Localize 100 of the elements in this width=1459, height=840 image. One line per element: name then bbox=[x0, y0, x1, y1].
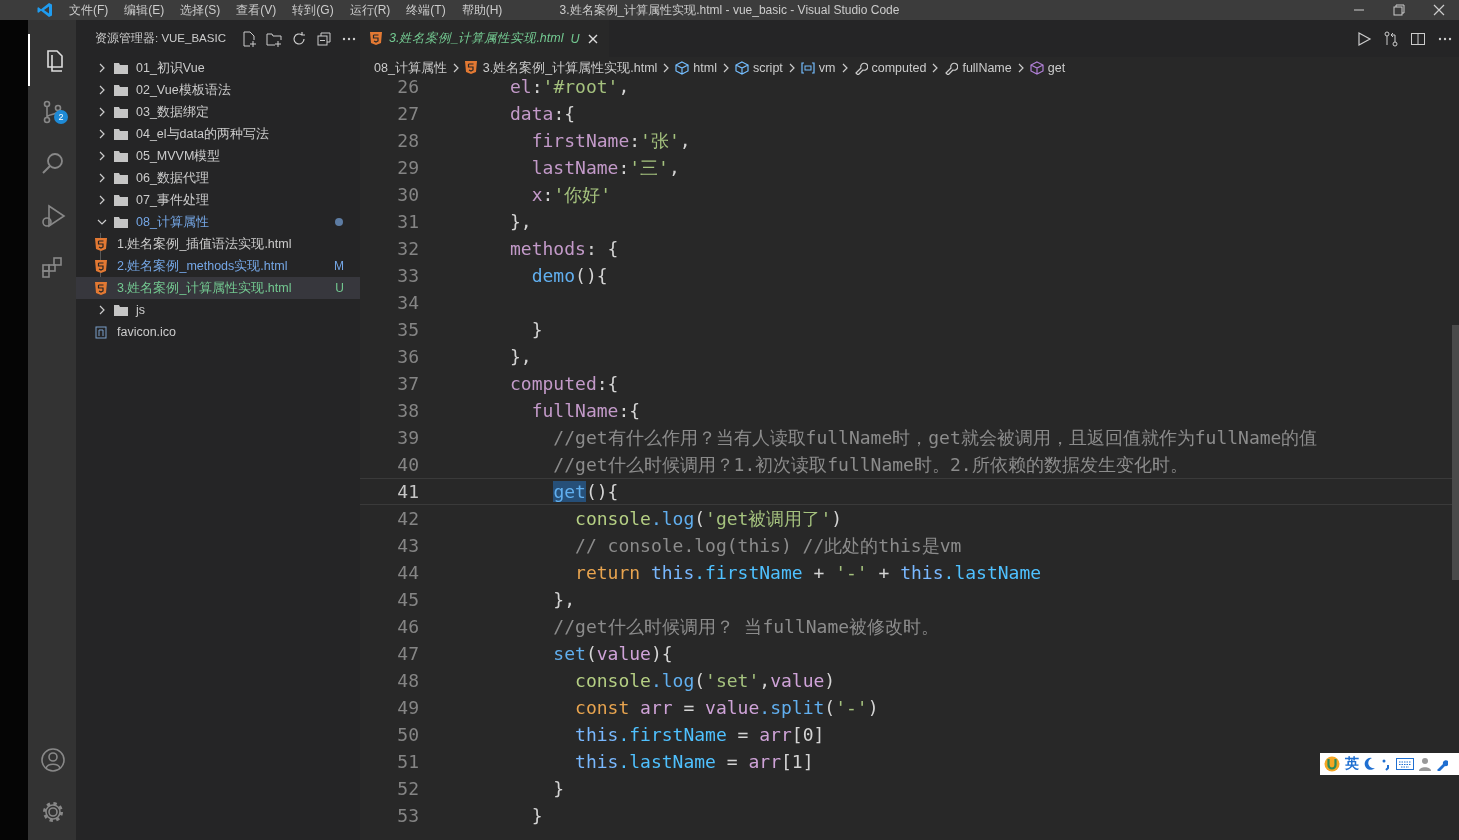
line-number: 38 bbox=[396, 399, 420, 423]
explorer-title: 资源管理器: VUE_BASIC bbox=[95, 31, 226, 46]
folder-icon bbox=[114, 194, 128, 206]
code-line: }, bbox=[552, 588, 576, 612]
cube-icon bbox=[1029, 61, 1044, 75]
menu-item[interactable]: 文件(F) bbox=[61, 1, 117, 19]
folder-row[interactable]: 08_计算属性 bbox=[76, 211, 360, 233]
menu-item[interactable]: 终端(T) bbox=[398, 1, 454, 19]
line-number: 40 bbox=[396, 453, 420, 477]
file-row[interactable]: 1.姓名案例_插值语法实现.html bbox=[76, 233, 360, 255]
folder-row[interactable]: 02_Vue模板语法 bbox=[76, 79, 360, 101]
keyboard-icon[interactable] bbox=[1396, 758, 1414, 770]
code-line: const arr = value.split('-') bbox=[574, 696, 879, 720]
line-number: 28 bbox=[396, 129, 420, 153]
refresh-icon[interactable] bbox=[290, 30, 307, 47]
code-line: set(value){ bbox=[552, 642, 673, 666]
breadcrumb-item[interactable]: computed bbox=[871, 61, 927, 75]
file-row[interactable]: 3.姓名案例_计算属性实现.html U bbox=[76, 277, 360, 299]
close-icon[interactable] bbox=[586, 32, 599, 45]
file-name: favicon.ico bbox=[117, 325, 177, 339]
code-line: } bbox=[552, 777, 565, 801]
new-file-icon[interactable] bbox=[240, 30, 257, 47]
menu-item[interactable]: 选择(S) bbox=[172, 1, 229, 19]
html-file-icon bbox=[95, 237, 107, 251]
folder-icon bbox=[114, 84, 128, 96]
folder-name: 06_数据代理 bbox=[136, 169, 209, 187]
run-icon[interactable] bbox=[1356, 30, 1372, 47]
folder-icon bbox=[114, 216, 128, 228]
folder-row[interactable]: 01_初识Vue bbox=[76, 57, 360, 79]
folder-row[interactable]: 07_事件处理 bbox=[76, 189, 360, 211]
line-number: 51 bbox=[396, 750, 420, 774]
folder-name: 01_初识Vue bbox=[136, 59, 205, 77]
breadcrumb-item[interactable]: 08_计算属性 bbox=[374, 59, 447, 77]
code-line: //get什么时候调用？1.初次读取fullName时。2.所依赖的数据发生变化时。 bbox=[552, 453, 1188, 477]
wrench-icon[interactable] bbox=[1436, 757, 1448, 771]
image-file-icon bbox=[95, 325, 107, 339]
account-icon[interactable] bbox=[40, 747, 66, 773]
split-editor-icon[interactable] bbox=[1410, 30, 1426, 47]
cube-icon bbox=[734, 61, 749, 75]
folder-row[interactable]: 06_数据代理 bbox=[76, 167, 360, 189]
folder-row[interactable]: 04_el与data的两种写法 bbox=[76, 123, 360, 145]
code-line: console.log('get被调用了') bbox=[574, 507, 843, 531]
person-icon[interactable] bbox=[1419, 757, 1431, 771]
window-title: 3.姓名案例_计算属性实现.html - vue_basic - Visual Studio Code bbox=[559, 2, 900, 17]
breadcrumb-item[interactable]: fullName bbox=[962, 61, 1012, 75]
git-status-label: U bbox=[335, 281, 344, 295]
html-file-icon bbox=[370, 32, 382, 45]
code-line: console.log('set',value) bbox=[574, 669, 836, 693]
scrollbar-thumb[interactable] bbox=[1452, 325, 1459, 580]
line-number: 29 bbox=[396, 156, 420, 180]
menu-item[interactable]: 编辑(E) bbox=[116, 1, 173, 19]
breadcrumb-item[interactable]: get bbox=[1047, 61, 1066, 75]
input-method-logo-icon[interactable] bbox=[1324, 756, 1340, 772]
line-number: 27 bbox=[396, 102, 420, 126]
line-number: 49 bbox=[396, 696, 420, 720]
new-folder-icon[interactable] bbox=[265, 30, 282, 47]
breadcrumb-item[interactable]: html bbox=[693, 61, 717, 75]
menu-item[interactable]: 帮助(H) bbox=[453, 1, 511, 19]
debug-icon[interactable] bbox=[40, 203, 66, 229]
notification-badge: 2 bbox=[54, 110, 68, 124]
variable-icon bbox=[800, 61, 815, 75]
folder-row[interactable]: 03_数据绑定 bbox=[76, 101, 360, 123]
menu-item[interactable]: 运行(R) bbox=[341, 1, 399, 19]
folder-name: 05_MVVM模型 bbox=[136, 147, 221, 165]
close-icon[interactable] bbox=[1433, 4, 1445, 16]
code-line: data:{ bbox=[509, 102, 576, 126]
code-line: //get什么时候调用？ 当fullName被修改时。 bbox=[552, 615, 940, 639]
breadcrumb-item[interactable]: script bbox=[752, 61, 783, 75]
file-row[interactable]: favicon.ico bbox=[76, 321, 360, 343]
line-number: 33 bbox=[396, 264, 420, 288]
breadcrumb-item[interactable]: 3.姓名案例_计算属性实现.html bbox=[482, 59, 658, 77]
code-line: x:'你好' bbox=[530, 183, 612, 207]
punctuation-icon[interactable] bbox=[1381, 757, 1391, 771]
folder-row[interactable]: 05_MVVM模型 bbox=[76, 145, 360, 167]
compare-changes-icon[interactable] bbox=[1383, 30, 1399, 47]
restore-icon[interactable] bbox=[1393, 4, 1405, 16]
code-line: }, bbox=[509, 345, 532, 369]
input-mode-toggle[interactable]: 英 bbox=[1345, 755, 1359, 773]
code-line: methods: { bbox=[509, 237, 619, 261]
menu-item[interactable]: 查看(V) bbox=[228, 1, 285, 19]
git-status-label: U bbox=[570, 31, 580, 46]
code-line: this.lastName = arr[1] bbox=[574, 750, 814, 774]
breadcrumb-item[interactable]: vm bbox=[818, 61, 836, 75]
settings-icon[interactable] bbox=[40, 799, 66, 825]
code-line: fullName:{ bbox=[530, 399, 641, 423]
file-row[interactable]: 2.姓名案例_methods实现.html M bbox=[76, 255, 360, 277]
code-line: computed:{ bbox=[509, 372, 619, 396]
line-number: 52 bbox=[396, 777, 420, 801]
code-line: el:'#root', bbox=[509, 79, 630, 99]
folder-name: 04_el与data的两种写法 bbox=[136, 125, 269, 143]
file-name: 1.姓名案例_插值语法实现.html bbox=[117, 235, 292, 253]
cube-icon bbox=[675, 61, 690, 75]
folder-row[interactable]: js bbox=[76, 299, 360, 321]
line-number: 36 bbox=[396, 345, 420, 369]
menu-item[interactable]: 转到(G) bbox=[284, 1, 342, 19]
collapse-all-icon[interactable] bbox=[315, 30, 332, 47]
folder-icon bbox=[114, 150, 128, 162]
git-status-label: M bbox=[334, 259, 344, 273]
code-line: this.firstName = arr[0] bbox=[574, 723, 825, 747]
moon-icon[interactable] bbox=[1364, 757, 1376, 771]
